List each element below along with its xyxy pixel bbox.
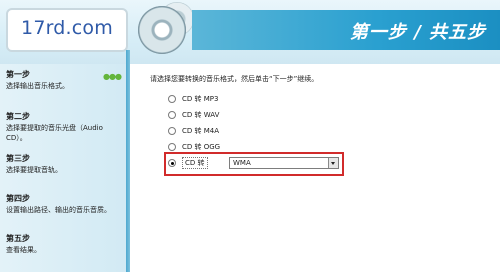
three-dots-icon: ●●● [103, 72, 122, 81]
sidebar-step-4: 第四步 设置输出路径、输出的音乐音质。 [6, 194, 124, 215]
radio-button[interactable] [168, 127, 176, 135]
radio-button[interactable] [168, 95, 176, 103]
option-label: CD 转 MP3 [182, 95, 219, 103]
step-title-band: 第一步 / 共五步 [192, 10, 500, 50]
option-cd-to-m4a[interactable]: CD 转 M4A [168, 125, 219, 137]
instruction-text: 请选择您要转换的音乐格式，然后单击“下一步”继续。 [150, 75, 319, 83]
format-select-value: WMA [233, 159, 251, 167]
chevron-down-icon[interactable] [328, 158, 338, 168]
radio-button[interactable] [168, 143, 176, 151]
step-2-desc: 选择要提取的音乐光盘（Audio CD）。 [6, 124, 103, 142]
wizard-header: 17rd.com 第一步 / 共五步 [0, 0, 500, 64]
step-5-title: 第五步 [6, 234, 30, 243]
radio-button-selected[interactable] [168, 159, 176, 167]
option-label: CD 转 M4A [182, 127, 220, 135]
option-cd-to-wav[interactable]: CD 转 WAV [168, 109, 219, 121]
step-title: 第一步 / 共五步 [349, 22, 486, 43]
step-3-desc: 选择要提取音轨。 [6, 166, 62, 174]
option-label: CD 转 OGG [182, 143, 221, 151]
sidebar-step-1: 第一步 选择输出音乐格式。 ●●● [6, 70, 124, 91]
main-panel: 请选择您要转换的音乐格式，然后单击“下一步”继续。 CD 转 MP3 CD 转 … [130, 64, 500, 272]
step-4-title: 第四步 [6, 194, 30, 203]
format-select[interactable]: WMA [229, 157, 339, 169]
radio-button[interactable] [168, 111, 176, 119]
sidebar-step-5: 第五步 查看结果。 [6, 234, 124, 255]
option-label: CD 转 WAV [182, 111, 220, 119]
step-1-desc: 选择输出音乐格式。 [6, 82, 69, 90]
sidebar-step-2: 第二步 选择要提取的音乐光盘（Audio CD）。 [6, 112, 124, 143]
sidebar-step-3: 第三步 选择要提取音轨。 [6, 154, 124, 175]
step-2-title: 第二步 [6, 112, 30, 121]
cd-disc-icon [138, 6, 186, 54]
step-3-title: 第三步 [6, 154, 30, 163]
logo-text: 17rd.com [21, 17, 113, 39]
steps-sidebar: 第一步 选择输出音乐格式。 ●●● 第二步 选择要提取的音乐光盘（Audio C… [0, 64, 126, 272]
wizard-window: 17rd.com 第一步 / 共五步 第一步 选择输出音乐格式。 ●●● 第二步… [0, 0, 500, 272]
step-4-desc: 设置输出路径、输出的音乐音质。 [6, 206, 111, 214]
step-5-desc: 查看结果。 [6, 246, 41, 254]
site-logo: 17rd.com [6, 8, 128, 52]
option-cd-to-mp3[interactable]: CD 转 MP3 [168, 93, 218, 105]
option-cd-to-custom[interactable]: CD 转 [168, 157, 208, 169]
option-label: CD 转 [182, 157, 208, 169]
